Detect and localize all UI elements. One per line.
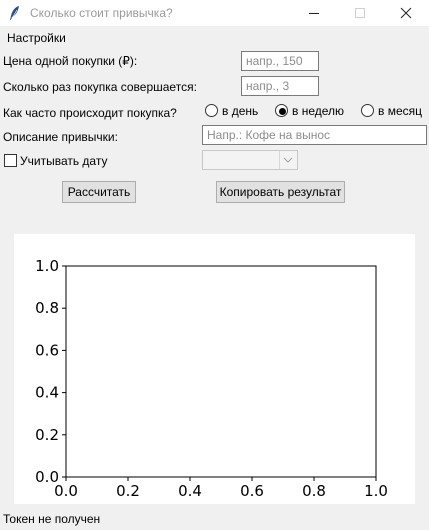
x-tick-label: 1.0 [364,482,388,500]
y-tick-label: 0.4 [35,384,59,402]
feather-icon [9,5,21,21]
minimize-button[interactable] [291,0,337,26]
x-tick-label: 0.2 [116,482,140,500]
status-text: Токен не получен [3,512,101,526]
y-tick-label: 0.8 [35,299,59,317]
x-tick-label: 0.8 [302,482,326,500]
plot-frame [65,265,377,478]
close-button[interactable] [383,0,429,26]
radio-circle [205,104,218,117]
description-label: Описание привычки: [3,130,118,144]
x-tick-label: 0.4 [178,482,202,500]
menu-bar: Настройки [0,28,429,46]
close-icon [400,7,412,19]
description-input[interactable] [202,125,427,145]
radio-circle [275,104,288,117]
price-input[interactable] [241,51,319,71]
x-tick-label: 0.6 [240,482,264,500]
y-tick-label: 1.0 [35,257,59,275]
copy-result-button[interactable]: Копировать результат [216,181,345,203]
minimize-icon [309,13,319,14]
maximize-button[interactable] [337,0,383,26]
chart-area: 0.0 0.2 0.4 0.6 0.8 1.0 0.0 0.2 0.4 0.6 0.8 1.0 [14,234,415,504]
date-select[interactable] [202,150,298,170]
maximize-icon [355,8,365,18]
price-label: Цена одной покупки (₽): [3,54,138,68]
y-tick-label: 0.0 [35,468,59,486]
title-bar: Сколько стоит привычка? [0,0,429,26]
chevron-down-icon [283,157,293,163]
calculate-button[interactable]: Рассчитать [62,181,136,203]
radio-circle [361,104,374,117]
y-tick-label: 0.6 [35,341,59,359]
frequency-label: Как часто происходит покупка? [3,106,177,120]
chart-svg: 0.0 0.2 0.4 0.6 0.8 1.00.00.20.40.60.81.0 [35,257,388,500]
radio-label: в месяц [378,104,423,118]
count-input[interactable] [241,76,319,96]
count-label: Сколько раз покупка совершается: [3,80,197,94]
radio-selected-dot [279,108,286,115]
y-tick-label: 0.2 [35,426,59,444]
date-select-dropdown[interactable] [279,151,297,169]
radio-label: в день [222,104,259,118]
window-title: Сколько стоит привычка? [30,6,173,20]
date-checkbox[interactable] [4,154,17,167]
menu-settings[interactable]: Настройки [7,31,66,45]
date-checkbox-label: Учитывать дату [20,154,108,168]
radio-label: в неделю [292,104,345,118]
